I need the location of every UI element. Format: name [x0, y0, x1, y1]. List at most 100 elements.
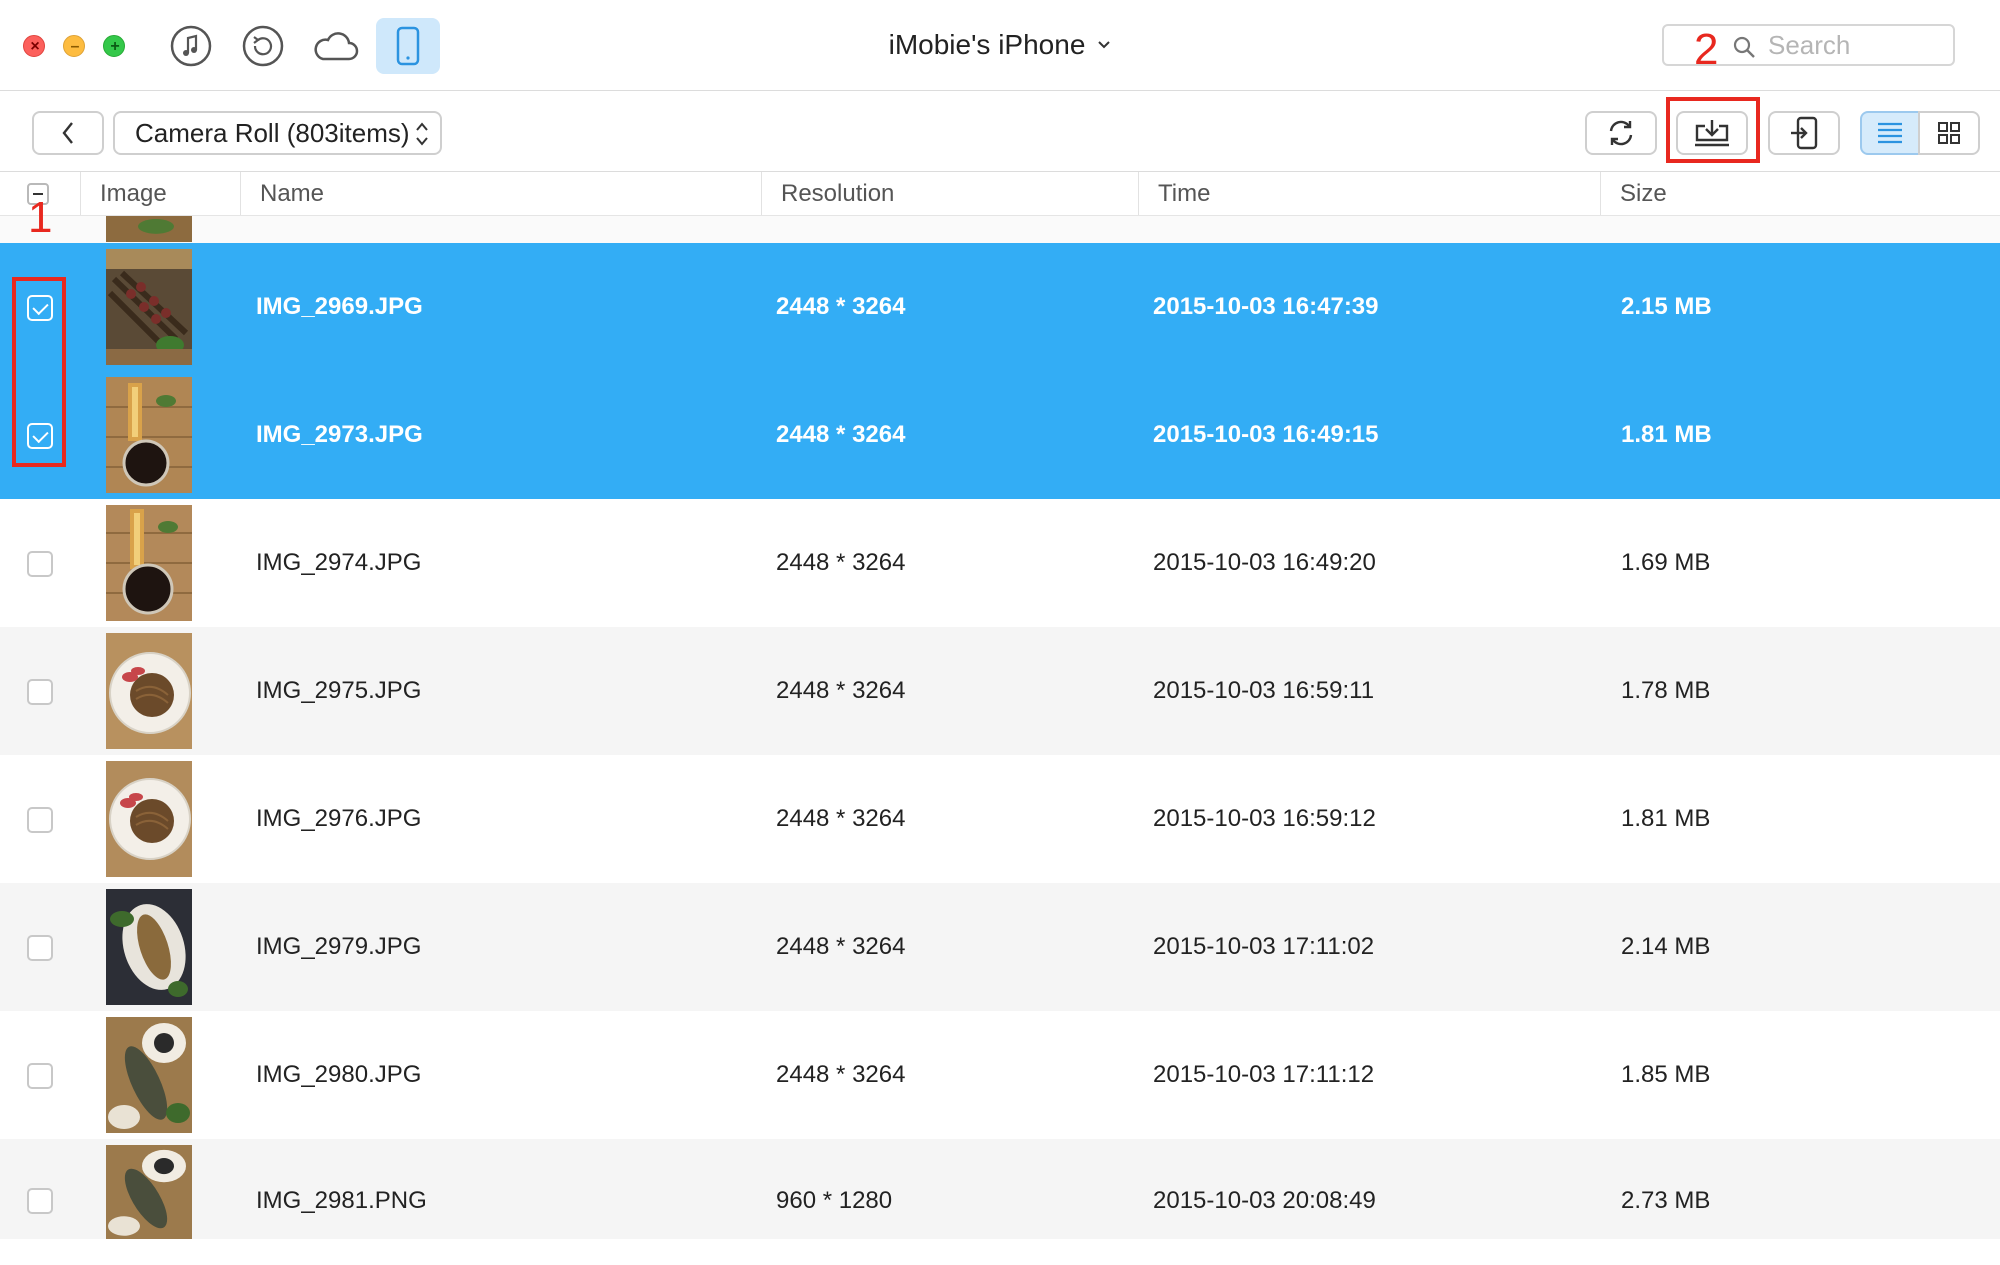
table-row[interactable]: IMG_2980.JPG 2448 * 3264 2015-10-03 17:1… [0, 1011, 2000, 1139]
resolution: 2448 * 3264 [776, 1061, 906, 1088]
row-checkbox[interactable] [27, 551, 53, 577]
row-checkbox[interactable] [27, 935, 53, 961]
grid-view-icon [1938, 122, 1960, 144]
file-name: IMG_2979.JPG [256, 933, 422, 960]
timestamp: 2015-10-03 16:59:11 [1153, 677, 1375, 704]
photo-thumbnail [106, 1017, 192, 1133]
photo-thumbnail [106, 761, 192, 877]
file-name: IMG_2973.JPG [256, 421, 423, 448]
search-input[interactable] [1768, 30, 1948, 60]
column-header-name[interactable]: Name [260, 172, 324, 215]
file-size: 1.81 MB [1621, 805, 1711, 832]
timestamp: 2015-10-03 16:49:15 [1153, 421, 1379, 448]
annotation-box-checkboxes [12, 277, 66, 467]
phone-icon [396, 26, 420, 66]
column-divider [1138, 172, 1139, 215]
photo-thumbnail [106, 377, 192, 493]
file-name: IMG_2976.JPG [256, 805, 422, 832]
row-checkbox[interactable] [27, 807, 53, 833]
album-select-label: Camera Roll (803items) [135, 117, 410, 148]
photo-thumbnail [106, 1145, 192, 1239]
send-to-device-icon [1791, 116, 1818, 150]
grid-view-button[interactable] [1918, 111, 1980, 155]
close-window-button[interactable]: × [23, 35, 45, 57]
file-name: IMG_2980.JPG [256, 1061, 422, 1088]
nav-history-button[interactable] [231, 18, 295, 74]
album-select[interactable]: Camera Roll (803items) [113, 111, 442, 155]
table-row[interactable]: IMG_2979.JPG 2448 * 3264 2015-10-03 17:1… [0, 883, 2000, 1011]
refresh-icon [1609, 120, 1633, 146]
column-header-image[interactable]: Image [100, 172, 167, 215]
table-row[interactable]: IMG_2973.JPG 2448 * 3264 2015-10-03 16:4… [0, 371, 2000, 499]
timestamp: 2015-10-03 16:47:39 [1153, 293, 1379, 320]
chevron-down-icon [1098, 41, 1111, 49]
table-row[interactable]: IMG_2976.JPG 2448 * 3264 2015-10-03 16:5… [0, 755, 2000, 883]
history-icon [242, 25, 284, 67]
resolution: 2448 * 3264 [776, 933, 906, 960]
list-view-icon [1878, 122, 1902, 144]
file-size: 1.78 MB [1621, 677, 1711, 704]
chevron-up-down-icon [416, 122, 428, 146]
timestamp: 2015-10-03 17:11:02 [1153, 933, 1375, 960]
close-icon: × [30, 38, 40, 55]
timestamp: 2015-10-03 17:11:12 [1153, 1061, 1375, 1088]
file-size: 2.15 MB [1621, 293, 1712, 320]
resolution: 960 * 1280 [776, 1187, 893, 1214]
table-row[interactable]: IMG_2975.JPG 2448 * 3264 2015-10-03 16:5… [0, 627, 2000, 755]
column-header-size[interactable]: Size [1620, 172, 1667, 215]
search-icon [1733, 36, 1755, 58]
photo-thumbnail [106, 889, 192, 1005]
timestamp: 2015-10-03 16:59:12 [1153, 805, 1376, 832]
minimize-window-button[interactable]: – [63, 35, 85, 57]
device-selector[interactable]: iMobie's iPhone [860, 22, 1140, 68]
file-size: 1.69 MB [1621, 549, 1711, 576]
table-header: Image Name Resolution Time Size [0, 172, 2000, 216]
file-name: IMG_2975.JPG [256, 677, 422, 704]
row-checkbox[interactable] [27, 1063, 53, 1089]
nav-cloud-button[interactable] [303, 18, 367, 74]
file-name: IMG_2969.JPG [256, 293, 423, 320]
photo-table-body: IMG_2969.JPG 2448 * 3264 2015-10-03 16:4… [0, 243, 2000, 1239]
photo-thumbnail [106, 633, 192, 749]
minimize-icon: – [70, 38, 80, 55]
photo-thumbnail [106, 505, 192, 621]
timestamp: 2015-10-03 16:49:20 [1153, 549, 1376, 576]
list-view-button[interactable] [1860, 111, 1920, 155]
resolution: 2448 * 3264 [776, 549, 906, 576]
nav-music-button[interactable] [159, 18, 223, 74]
music-note-icon [170, 25, 212, 67]
photo-thumbnail [106, 249, 192, 365]
maximize-icon: + [110, 38, 120, 55]
maximize-window-button[interactable]: + [103, 35, 125, 57]
column-divider [240, 172, 241, 215]
file-size: 2.14 MB [1621, 933, 1711, 960]
file-size: 2.73 MB [1621, 1187, 1711, 1214]
send-to-device-button[interactable] [1768, 111, 1840, 155]
file-size: 1.81 MB [1621, 421, 1712, 448]
resolution: 2448 * 3264 [776, 421, 906, 448]
file-name: IMG_2974.JPG [256, 549, 422, 576]
row-checkbox[interactable] [27, 679, 53, 705]
annotation-step-number: 2 [1694, 25, 1719, 74]
column-divider [80, 172, 81, 215]
photo-thumbnail [106, 216, 192, 242]
file-name: IMG_2981.PNG [256, 1187, 427, 1214]
refresh-button[interactable] [1585, 111, 1657, 155]
column-header-resolution[interactable]: Resolution [781, 172, 894, 215]
nav-device-button[interactable] [376, 18, 440, 74]
annotation-box-export-button [1666, 97, 1760, 163]
chevron-left-icon [62, 122, 73, 144]
device-name: iMobie's iPhone [888, 29, 1086, 60]
table-row[interactable]: IMG_2974.JPG 2448 * 3264 2015-10-03 16:4… [0, 499, 2000, 627]
cloud-icon [314, 32, 359, 61]
table-row[interactable]: IMG_2969.JPG 2448 * 3264 2015-10-03 16:4… [0, 243, 2000, 371]
back-button[interactable] [32, 111, 104, 155]
table-row[interactable]: IMG_2981.PNG 960 * 1280 2015-10-03 20:08… [0, 1139, 2000, 1239]
annotation-step-number: 1 [28, 193, 53, 242]
table-row-partial[interactable] [0, 216, 2000, 243]
resolution: 2448 * 3264 [776, 805, 906, 832]
column-divider [761, 172, 762, 215]
column-header-time[interactable]: Time [1158, 172, 1210, 215]
row-checkbox[interactable] [27, 1188, 53, 1214]
column-divider [1600, 172, 1601, 215]
